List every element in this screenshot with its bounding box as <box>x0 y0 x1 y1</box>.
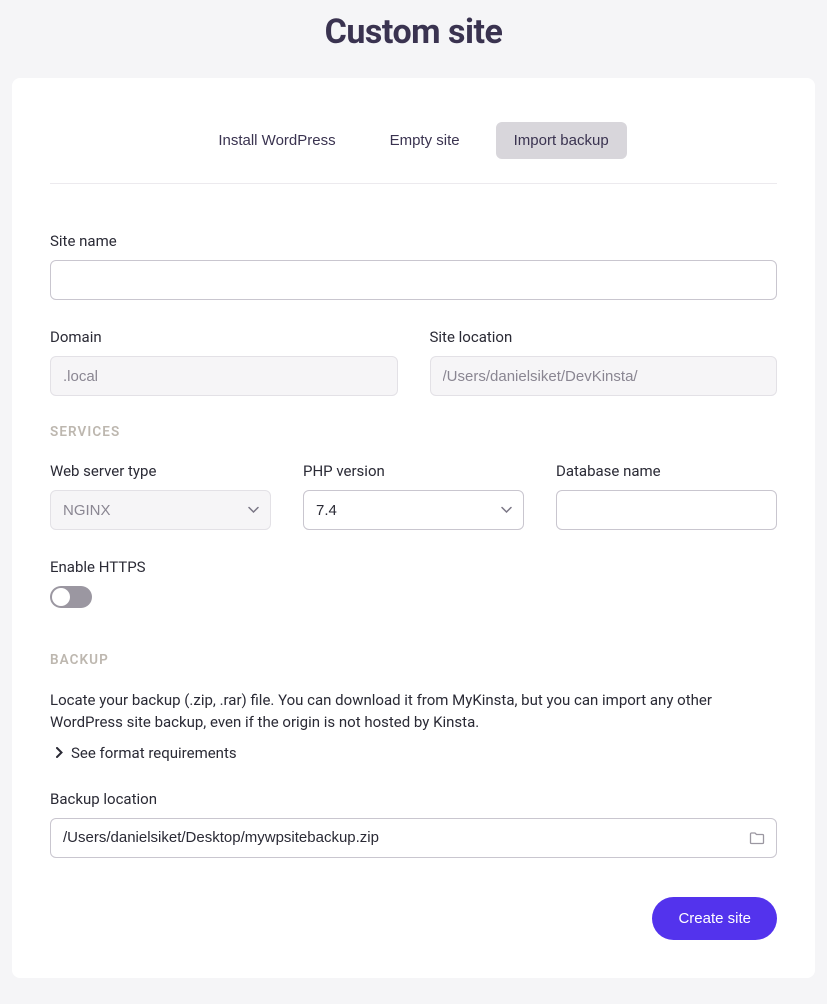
domain-input <box>50 356 398 396</box>
site-location-input <box>430 356 778 396</box>
folder-icon[interactable] <box>749 831 765 844</box>
enable-https-label: Enable HTTPS <box>50 558 777 576</box>
tab-empty-site[interactable]: Empty site <box>372 122 478 159</box>
format-requirements-link[interactable]: See format requirements <box>50 744 777 762</box>
field-enable-https: Enable HTTPS <box>50 558 777 612</box>
backup-location-label: Backup location <box>50 790 777 808</box>
footer: Create site <box>652 897 777 940</box>
field-backup-location: Backup location <box>50 790 777 858</box>
site-name-label: Site name <box>50 232 777 250</box>
backup-location-input[interactable] <box>50 818 777 858</box>
page-title: Custom site <box>0 0 827 78</box>
field-site-location: Site location <box>430 328 778 396</box>
form-area: Site name Domain Site location SERVICES … <box>50 184 777 858</box>
site-location-label: Site location <box>430 328 778 346</box>
php-version-label: PHP version <box>303 462 524 480</box>
toggle-knob <box>52 588 70 606</box>
domain-label: Domain <box>50 328 398 346</box>
enable-https-toggle[interactable] <box>50 586 92 608</box>
web-server-label: Web server type <box>50 462 271 480</box>
web-server-select[interactable] <box>50 490 271 530</box>
field-database-name: Database name <box>556 462 777 530</box>
chevron-right-icon <box>56 747 63 758</box>
field-domain: Domain <box>50 328 398 396</box>
main-card: Install WordPress Empty site Import back… <box>12 78 815 978</box>
field-site-name: Site name <box>50 232 777 300</box>
services-heading: SERVICES <box>50 424 777 440</box>
site-name-input[interactable] <box>50 260 777 300</box>
field-web-server: Web server type <box>50 462 271 530</box>
php-version-select[interactable] <box>303 490 524 530</box>
field-php-version: PHP version <box>303 462 524 530</box>
database-name-input[interactable] <box>556 490 777 530</box>
format-requirements-label: See format requirements <box>71 744 237 762</box>
tabs: Install WordPress Empty site Import back… <box>50 122 777 184</box>
create-site-button[interactable]: Create site <box>652 897 777 940</box>
tab-import-backup[interactable]: Import backup <box>496 122 627 159</box>
backup-description: Locate your backup (.zip, .rar) file. Yo… <box>50 690 777 734</box>
backup-heading: BACKUP <box>50 652 777 668</box>
database-name-label: Database name <box>556 462 777 480</box>
tab-install-wordpress[interactable]: Install WordPress <box>200 122 353 159</box>
